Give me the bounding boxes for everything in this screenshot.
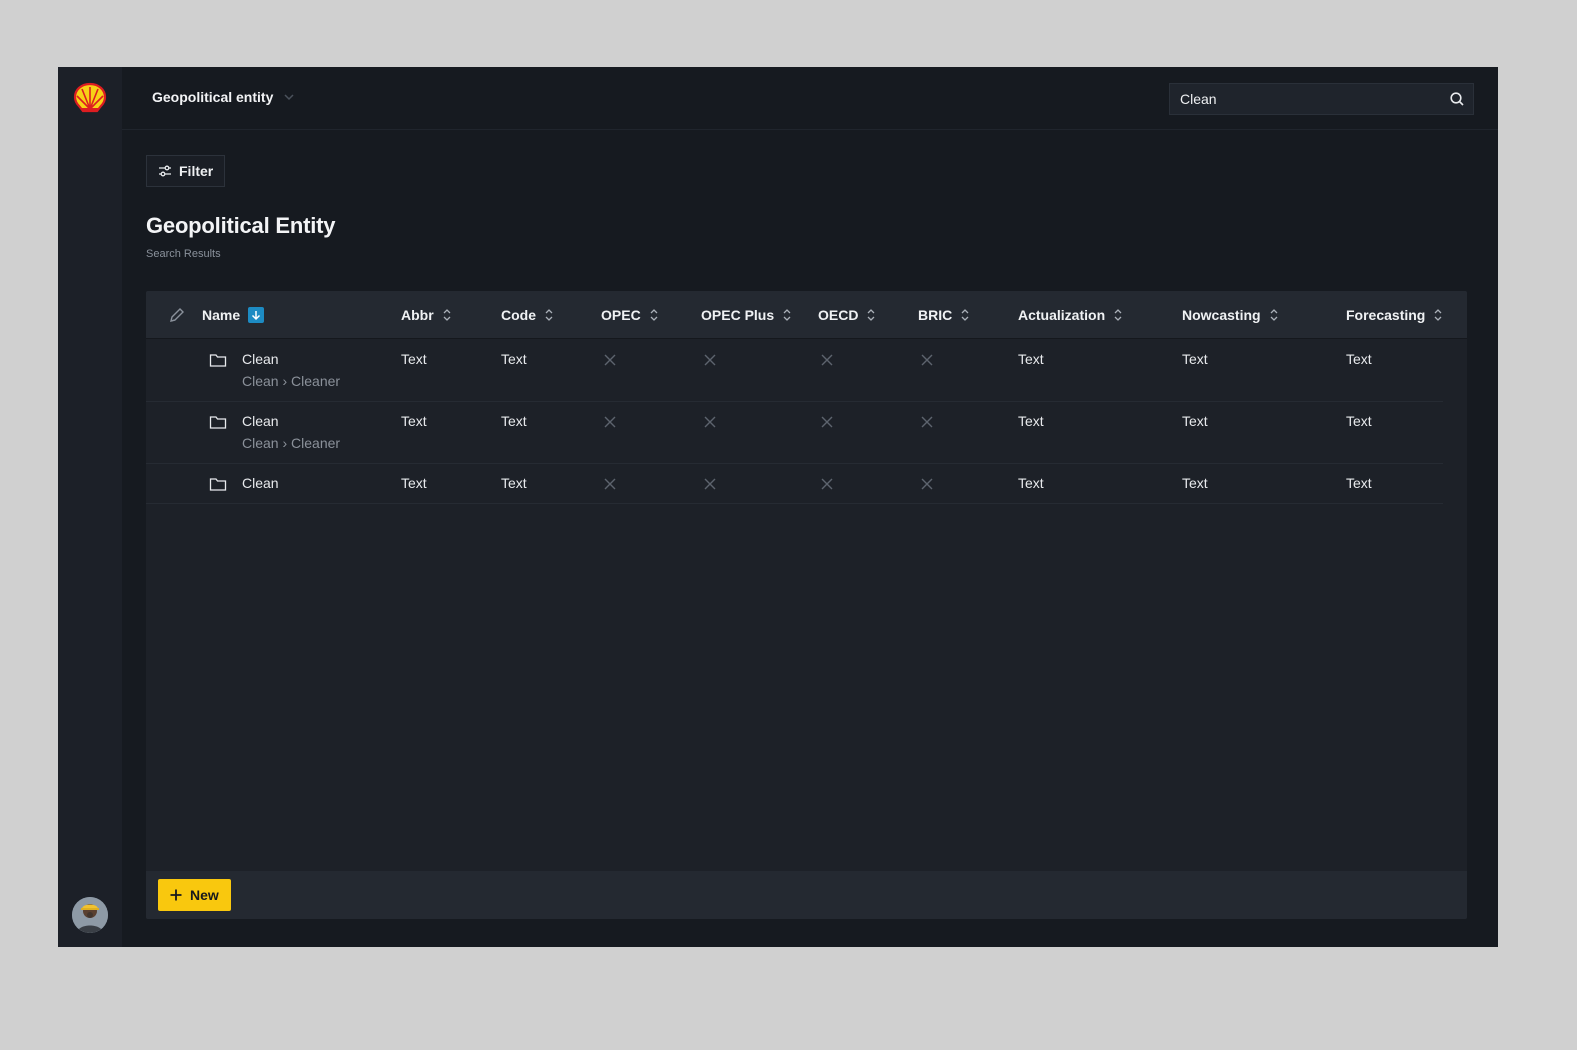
sort-icon[interactable] [544, 307, 554, 323]
shell-logo-icon[interactable] [73, 81, 107, 115]
cell-code: Text [501, 475, 527, 491]
cell-code: Text [501, 351, 527, 367]
column-header-name[interactable]: Name [202, 291, 265, 339]
x-mark-icon [821, 416, 833, 428]
filter-sliders-icon [159, 165, 171, 177]
column-header-nowcasting[interactable]: Nowcasting [1182, 291, 1279, 339]
x-mark-icon [704, 416, 716, 428]
cell-forecasting: Text [1346, 413, 1372, 429]
cell-abbr: Text [401, 351, 427, 367]
side-rail [58, 67, 122, 947]
x-mark-icon [604, 478, 616, 490]
sort-icon[interactable] [1113, 307, 1123, 323]
sort-arrow-down-icon[interactable] [248, 307, 265, 323]
folder-icon [209, 416, 227, 429]
sort-icon[interactable] [866, 307, 876, 323]
results-table: Name Abbr Code OPEC OPEC Plus OECD BRIC … [146, 291, 1467, 919]
table-header: Name Abbr Code OPEC OPEC Plus OECD BRIC … [146, 291, 1467, 339]
row-name[interactable]: Clean [242, 413, 279, 429]
cell-forecasting: Text [1346, 475, 1372, 491]
edit-pencil-icon[interactable] [168, 306, 186, 324]
x-mark-icon [604, 354, 616, 366]
cell-code: Text [501, 413, 527, 429]
table-footer: New [146, 871, 1467, 919]
x-mark-icon [821, 478, 833, 490]
x-mark-icon [704, 354, 716, 366]
cell-nowcasting: Text [1182, 413, 1208, 429]
page-subtitle: Search Results [146, 248, 221, 260]
plus-icon [170, 889, 182, 901]
cell-actualization: Text [1018, 351, 1044, 367]
sort-icon[interactable] [1433, 307, 1443, 323]
sort-icon[interactable] [1269, 307, 1279, 323]
app-window: Geopolitical entity Filter Geopol [58, 67, 1498, 947]
new-button[interactable]: New [158, 879, 231, 911]
search-input[interactable] [1170, 84, 1449, 114]
main-area: Geopolitical entity Filter Geopol [122, 67, 1498, 947]
table-row[interactable]: Clean Clean › Cleaner Text Text Text Tex… [146, 340, 1443, 402]
sort-icon[interactable] [782, 307, 792, 323]
row-path: Clean › Cleaner [242, 373, 341, 389]
row-path: Clean › Cleaner [242, 435, 341, 451]
filter-button[interactable]: Filter [146, 155, 226, 187]
entity-type-label: Geopolitical entity [152, 89, 274, 105]
row-name[interactable]: Clean [242, 351, 279, 367]
sort-icon[interactable] [442, 307, 452, 323]
entity-type-dropdown[interactable]: Geopolitical entity [152, 89, 295, 105]
row-name[interactable]: Clean [242, 475, 279, 491]
cell-abbr: Text [401, 475, 427, 491]
folder-icon [209, 478, 227, 491]
column-header-opec-plus[interactable]: OPEC Plus [701, 291, 792, 339]
column-header-oecd[interactable]: OECD [818, 291, 876, 339]
column-header-bric[interactable]: BRIC [918, 291, 970, 339]
cell-actualization: Text [1018, 475, 1044, 491]
avatar[interactable] [72, 897, 108, 933]
column-header-forecasting[interactable]: Forecasting [1346, 291, 1443, 339]
search-icon[interactable] [1449, 91, 1465, 107]
column-header-actualization[interactable]: Actualization [1018, 291, 1123, 339]
column-header-abbr[interactable]: Abbr [401, 291, 452, 339]
cell-actualization: Text [1018, 413, 1044, 429]
column-header-opec[interactable]: OPEC [601, 291, 659, 339]
x-mark-icon [921, 354, 933, 366]
cell-nowcasting: Text [1182, 475, 1208, 491]
top-bar: Geopolitical entity [122, 67, 1498, 130]
cell-nowcasting: Text [1182, 351, 1208, 367]
sort-icon[interactable] [649, 307, 659, 323]
x-mark-icon [704, 478, 716, 490]
folder-icon [209, 354, 227, 367]
page-title: Geopolitical Entity [146, 213, 336, 238]
table-row[interactable]: Clean Text Text Text Text Text [146, 464, 1443, 504]
sort-icon[interactable] [960, 307, 970, 323]
x-mark-icon [604, 416, 616, 428]
search-box [1169, 83, 1474, 115]
cell-forecasting: Text [1346, 351, 1372, 367]
x-mark-icon [821, 354, 833, 366]
cell-abbr: Text [401, 413, 427, 429]
chevron-down-icon [284, 94, 294, 101]
filter-label: Filter [179, 163, 214, 179]
x-mark-icon [921, 416, 933, 428]
column-header-code[interactable]: Code [501, 291, 554, 339]
table-row[interactable]: Clean Clean › Cleaner Text Text Text Tex… [146, 402, 1443, 464]
new-button-label: New [190, 887, 219, 903]
x-mark-icon [921, 478, 933, 490]
